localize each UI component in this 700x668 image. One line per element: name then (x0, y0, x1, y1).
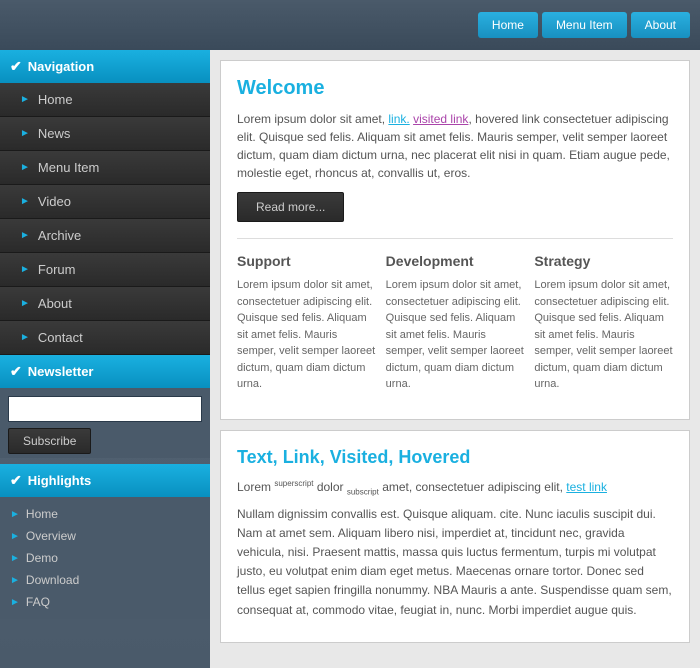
nav-item-contact[interactable]: ► Contact (0, 321, 210, 355)
check-icon: ✔ (10, 58, 22, 75)
subscribe-button[interactable]: Subscribe (8, 428, 91, 454)
nav-item-news[interactable]: ► News (0, 117, 210, 151)
nav-item-label: Contact (38, 330, 83, 345)
col-development-title: Development (386, 253, 525, 269)
arrow-icon: ► (20, 128, 30, 139)
text2-pre: Lorem (237, 480, 274, 494)
arrow-icon: ► (10, 597, 20, 608)
col-strategy-text: Lorem ipsum dolor sit amet, consectetuer… (534, 277, 673, 393)
arrow-icon: ► (20, 332, 30, 343)
highlight-item-home[interactable]: ► Home (8, 503, 202, 525)
nav-header-label: Navigation (28, 59, 94, 74)
highlight-item-label: Overview (26, 529, 76, 543)
three-columns: Support Lorem ipsum dolor sit amet, cons… (237, 238, 673, 403)
col-strategy: Strategy Lorem ipsum dolor sit amet, con… (534, 253, 673, 403)
arrow-icon: ► (20, 196, 30, 207)
highlight-item-label: Home (26, 507, 58, 521)
check-icon: ✔ (10, 472, 22, 489)
text2-paragraph1: Lorem superscript dolor subscript amet, … (237, 478, 673, 499)
nav-item-home[interactable]: ► Home (0, 83, 210, 117)
nav-item-archive[interactable]: ► Archive (0, 219, 210, 253)
arrow-icon: ► (10, 553, 20, 564)
welcome-paragraph: Lorem ipsum dolor sit amet, link. visite… (237, 110, 673, 182)
arrow-icon: ► (10, 531, 20, 542)
title-text: Text, (237, 447, 283, 467)
text-link-title: Text, Link, Visited, Hovered (237, 447, 673, 468)
nav-item-menuitem[interactable]: ► Menu Item (0, 151, 210, 185)
subscript-text: subscript (347, 487, 379, 496)
newsletter-email-input[interactable] (8, 396, 202, 422)
highlights-section: ✔ Highlights ► Home ► Overview ► Demo ► (0, 464, 210, 619)
highlight-item-download[interactable]: ► Download (8, 569, 202, 591)
link-visited[interactable]: visited link (413, 112, 468, 126)
nav-item-label: Home (38, 92, 73, 107)
highlights-list: ► Home ► Overview ► Demo ► Download ► (0, 497, 210, 619)
nav-items-list: ► Home ► News ► Menu Item ► Video ► Arch… (0, 83, 210, 355)
highlight-item-faq[interactable]: ► FAQ (8, 591, 202, 613)
highlight-item-label: Demo (26, 551, 58, 565)
col-strategy-title: Strategy (534, 253, 673, 269)
check-icon: ✔ (10, 363, 22, 380)
welcome-title: Welcome (237, 77, 673, 100)
test-link[interactable]: test link (566, 480, 607, 494)
text-link-panel: Text, Link, Visited, Hovered Lorem super… (220, 430, 690, 643)
highlights-header-label: Highlights (28, 473, 92, 488)
newsletter-header: ✔ Newsletter (0, 355, 210, 388)
top-bar: Home Menu Item About (0, 0, 700, 50)
text2-paragraph2: Nullam dignissim convallis est. Quisque … (237, 505, 673, 620)
title-rest: Visited, Hovered (325, 447, 471, 467)
nav-item-label: About (38, 296, 72, 311)
nav-section-header: ✔ Navigation (0, 50, 210, 83)
col-support-title: Support (237, 253, 376, 269)
text2-mid: dolor (313, 480, 346, 494)
arrow-icon: ► (10, 575, 20, 586)
nav-item-label: Video (38, 194, 71, 209)
newsletter-header-label: Newsletter (28, 364, 94, 379)
topnav-about-button[interactable]: About (631, 12, 690, 38)
col-development-text: Lorem ipsum dolor sit amet, consectetuer… (386, 277, 525, 393)
newsletter-input-area: Subscribe (0, 388, 210, 458)
newsletter-section: ✔ Newsletter Subscribe (0, 355, 210, 464)
col-development: Development Lorem ipsum dolor sit amet, … (386, 253, 525, 403)
content-area: Welcome Lorem ipsum dolor sit amet, link… (210, 50, 700, 668)
superscript-text: superscript (274, 479, 313, 488)
col-support: Support Lorem ipsum dolor sit amet, cons… (237, 253, 376, 403)
arrow-icon: ► (20, 94, 30, 105)
highlight-item-overview[interactable]: ► Overview (8, 525, 202, 547)
topnav-home-button[interactable]: Home (478, 12, 538, 38)
nav-item-video[interactable]: ► Video (0, 185, 210, 219)
arrow-icon: ► (20, 264, 30, 275)
nav-item-forum[interactable]: ► Forum (0, 253, 210, 287)
welcome-panel: Welcome Lorem ipsum dolor sit amet, link… (220, 60, 690, 420)
arrow-icon: ► (20, 162, 30, 173)
nav-item-about[interactable]: ► About (0, 287, 210, 321)
welcome-text-pre: Lorem ipsum dolor sit amet, (237, 112, 388, 126)
arrow-icon: ► (20, 298, 30, 309)
arrow-icon: ► (10, 509, 20, 520)
nav-item-label: Forum (38, 262, 76, 277)
highlight-item-demo[interactable]: ► Demo (8, 547, 202, 569)
topnav-menuitem-button[interactable]: Menu Item (542, 12, 627, 38)
nav-item-label: News (38, 126, 71, 141)
highlights-header: ✔ Highlights (0, 464, 210, 497)
nav-item-label: Menu Item (38, 160, 99, 175)
nav-item-label: Archive (38, 228, 81, 243)
col-support-text: Lorem ipsum dolor sit amet, consectetuer… (237, 277, 376, 393)
link-normal[interactable]: link. (388, 112, 409, 126)
highlight-item-label: FAQ (26, 595, 50, 609)
arrow-icon: ► (20, 230, 30, 241)
title-link: Link, (283, 447, 325, 467)
main-layout: ✔ Navigation ► Home ► News ► Menu Item ►… (0, 50, 700, 668)
highlight-item-label: Download (26, 573, 79, 587)
read-more-button[interactable]: Read more... (237, 192, 344, 222)
text2-post: amet, consectetuer adipiscing elit, (379, 480, 566, 494)
sidebar: ✔ Navigation ► Home ► News ► Menu Item ►… (0, 50, 210, 668)
